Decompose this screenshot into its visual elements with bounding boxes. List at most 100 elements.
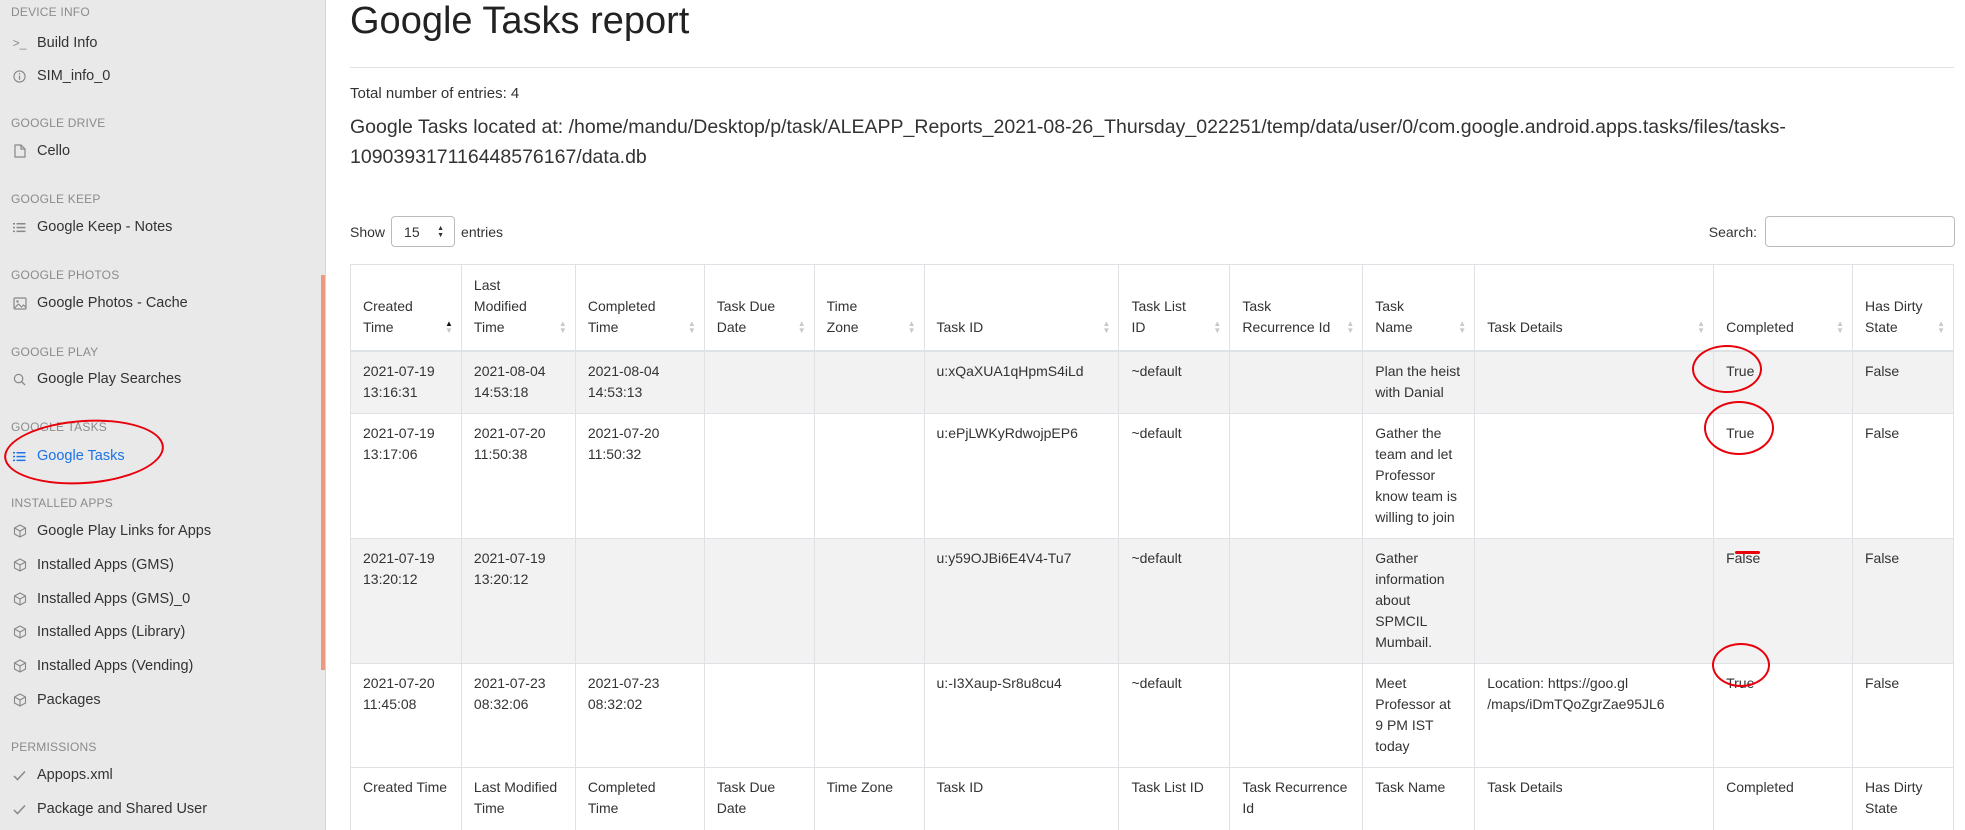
select-arrows-icon: ▲ ▼ (437, 225, 445, 239)
table-cell (813, 662, 925, 768)
list-icon (11, 448, 28, 465)
column-header[interactable]: Completed ▲ ▼ (1713, 264, 1853, 352)
divider (350, 67, 1954, 68)
table-cell: ~default (1118, 537, 1231, 664)
search-label: Search: (1708, 223, 1757, 240)
table-cell: 2021-07-19 13:20:12 (460, 537, 576, 664)
sidebar-item-build-info[interactable]: >_ Build Info (11, 31, 98, 55)
table-cell (1474, 350, 1715, 414)
info-icon (11, 68, 28, 85)
sidebar-item-appops-xml[interactable]: Appops.xml (11, 763, 113, 787)
sidebar-item-package-and-shared-user[interactable]: Package and Shared User (11, 797, 207, 821)
table-footer-row: Created Time Last Modified Time Completed Ti… (350, 766, 1955, 830)
sidebar-item-packages[interactable]: Packages (11, 688, 101, 712)
sidebar-item-sim-info-0[interactable]: SIM_info_0 (11, 64, 110, 88)
column-footer: Task Recurrence Id (1229, 766, 1364, 830)
column-header[interactable]: Task Due Date ▲ ▼ (703, 264, 815, 352)
sort-icon: ▲ ▼ (1213, 318, 1222, 335)
table-cell: True (1713, 350, 1853, 414)
sort-icon: ▲ ▼ (1346, 318, 1355, 335)
search-control: Search: (1709, 216, 1955, 247)
table-cell: False (1851, 537, 1955, 664)
column-header-label: Task Details (1487, 318, 1563, 335)
table-cell (703, 537, 815, 664)
column-header-label: Completed Time (587, 297, 656, 335)
table-cell (1229, 537, 1364, 664)
sidebar-item-google-play-links-for-apps[interactable]: Google Play Links for Apps (11, 519, 211, 543)
sort-icon: ▲ ▼ (1102, 318, 1111, 335)
page-length-control: Show 15 ▲ ▼ entries (350, 216, 503, 247)
sidebar-item-label: Installed Apps (Library) (37, 624, 186, 640)
table-cell: 2021-07-23 08:32:02 (574, 662, 705, 768)
table-row: 2021-07-19 13:17:06 2021-07-20 11:50:38 2021… (350, 412, 1955, 539)
column-header[interactable]: Task ID ▲ ▼ (923, 264, 1120, 352)
table-header-row: Created Time ▲ ▼ Last Modified Time ▲ ▼ Completed… (350, 264, 1955, 352)
column-header-label: Task Due Date (716, 297, 776, 335)
column-header[interactable]: Task Name ▲ ▼ (1362, 264, 1476, 352)
sort-icon: ▲ ▼ (1458, 318, 1467, 335)
column-footer: Task Name (1362, 766, 1476, 830)
table-cell (1474, 537, 1715, 664)
table-cell (1229, 662, 1364, 768)
sidebar-item-label: Appops.xml (37, 767, 113, 783)
sidebar-item-cello[interactable]: Cello (11, 139, 70, 163)
table-cell: 2021-07-23 08:32:06 (460, 662, 576, 768)
sidebar-item-google-keep-notes[interactable]: Google Keep - Notes (11, 215, 172, 239)
column-header[interactable]: Task Details ▲ ▼ (1474, 264, 1715, 352)
table-cell: Plan the heist with Danial (1362, 350, 1476, 414)
table-cell (1229, 412, 1364, 539)
sidebar-item-installed-apps-library[interactable]: Installed Apps (Library) (11, 620, 185, 644)
sort-icon: ▲ ▼ (558, 318, 567, 335)
sort-icon: ▲ ▼ (907, 318, 916, 335)
package-icon (11, 591, 28, 608)
table-cell: 2021-08-04 14:53:13 (574, 350, 705, 414)
column-header-label: Last Modified Time (473, 276, 527, 335)
column-footer: Time Zone (813, 766, 925, 830)
column-footer: Task Due Date (703, 766, 815, 830)
column-header[interactable]: Created Time ▲ ▼ (350, 264, 462, 352)
table-cell: 2021-07-19 13:20:12 (350, 537, 462, 664)
sidebar-item-installed-apps-vending[interactable]: Installed Apps (Vending) (11, 654, 193, 678)
column-header[interactable]: Has Dirty State ▲ ▼ (1851, 264, 1955, 352)
table-cell: ~default (1118, 350, 1231, 414)
table-cell (813, 350, 925, 414)
column-footer: Completed Time (574, 766, 705, 830)
column-header[interactable]: Completed Time ▲ ▼ (574, 264, 705, 352)
total-entries: Total number of entries: 4 (350, 85, 520, 102)
table-cell: False (1713, 537, 1853, 664)
column-header[interactable]: Last Modified Time ▲ ▼ (460, 264, 576, 352)
sidebar-scrollbar[interactable] (321, 275, 325, 670)
table-cell: 2021-07-19 13:16:31 (350, 350, 462, 414)
search-input[interactable] (1765, 216, 1955, 247)
table-cell: 2021-07-20 11:50:32 (574, 412, 705, 539)
sidebar-item-installed-apps-gms-0[interactable]: Installed Apps (GMS)_0 (11, 587, 190, 611)
sidebar-item-google-photos-cache[interactable]: Google Photos - Cache (11, 291, 188, 315)
table-cell (703, 662, 815, 768)
sidebar-item-label: Package and Shared User (37, 801, 208, 817)
table-cell: False (1851, 662, 1955, 768)
table-cell (703, 350, 815, 414)
table-cell: ~default (1118, 412, 1231, 539)
column-header[interactable]: Task List ID ▲ ▼ (1118, 264, 1231, 352)
table-cell: Gather information about SPMCIL Mumbail. (1362, 537, 1476, 664)
column-footer: Task Details (1474, 766, 1715, 830)
sidebar-item-google-tasks[interactable]: Google Tasks (11, 444, 125, 468)
table-cell: u:-I3Xaup-Sr8u8cu4 (923, 662, 1120, 768)
table-row: 2021-07-19 13:16:31 2021-08-04 14:53:18 2021… (350, 350, 1955, 414)
column-header-label: Task Name (1375, 297, 1413, 335)
column-footer: Task ID (923, 766, 1120, 830)
page-length-select[interactable]: 15 ▲ ▼ (391, 216, 456, 247)
check-icon (11, 767, 28, 784)
sort-icon: ▲ ▼ (1697, 318, 1706, 335)
column-footer: Task List ID (1118, 766, 1231, 830)
column-header-label: Completed (1726, 318, 1794, 335)
sidebar-item-installed-apps-gms[interactable]: Installed Apps (GMS) (11, 553, 174, 577)
main-content: Google Tasks report Total number of entr… (350, 0, 1955, 830)
package-icon (11, 624, 28, 641)
package-icon (11, 523, 28, 540)
column-header[interactable]: Time Zone ▲ ▼ (813, 264, 925, 352)
table-cell (1474, 412, 1715, 539)
list-icon (11, 219, 28, 236)
sidebar-item-google-play-searches[interactable]: Google Play Searches (11, 367, 181, 391)
column-header[interactable]: Task Recurrence Id ▲ ▼ (1229, 264, 1364, 352)
